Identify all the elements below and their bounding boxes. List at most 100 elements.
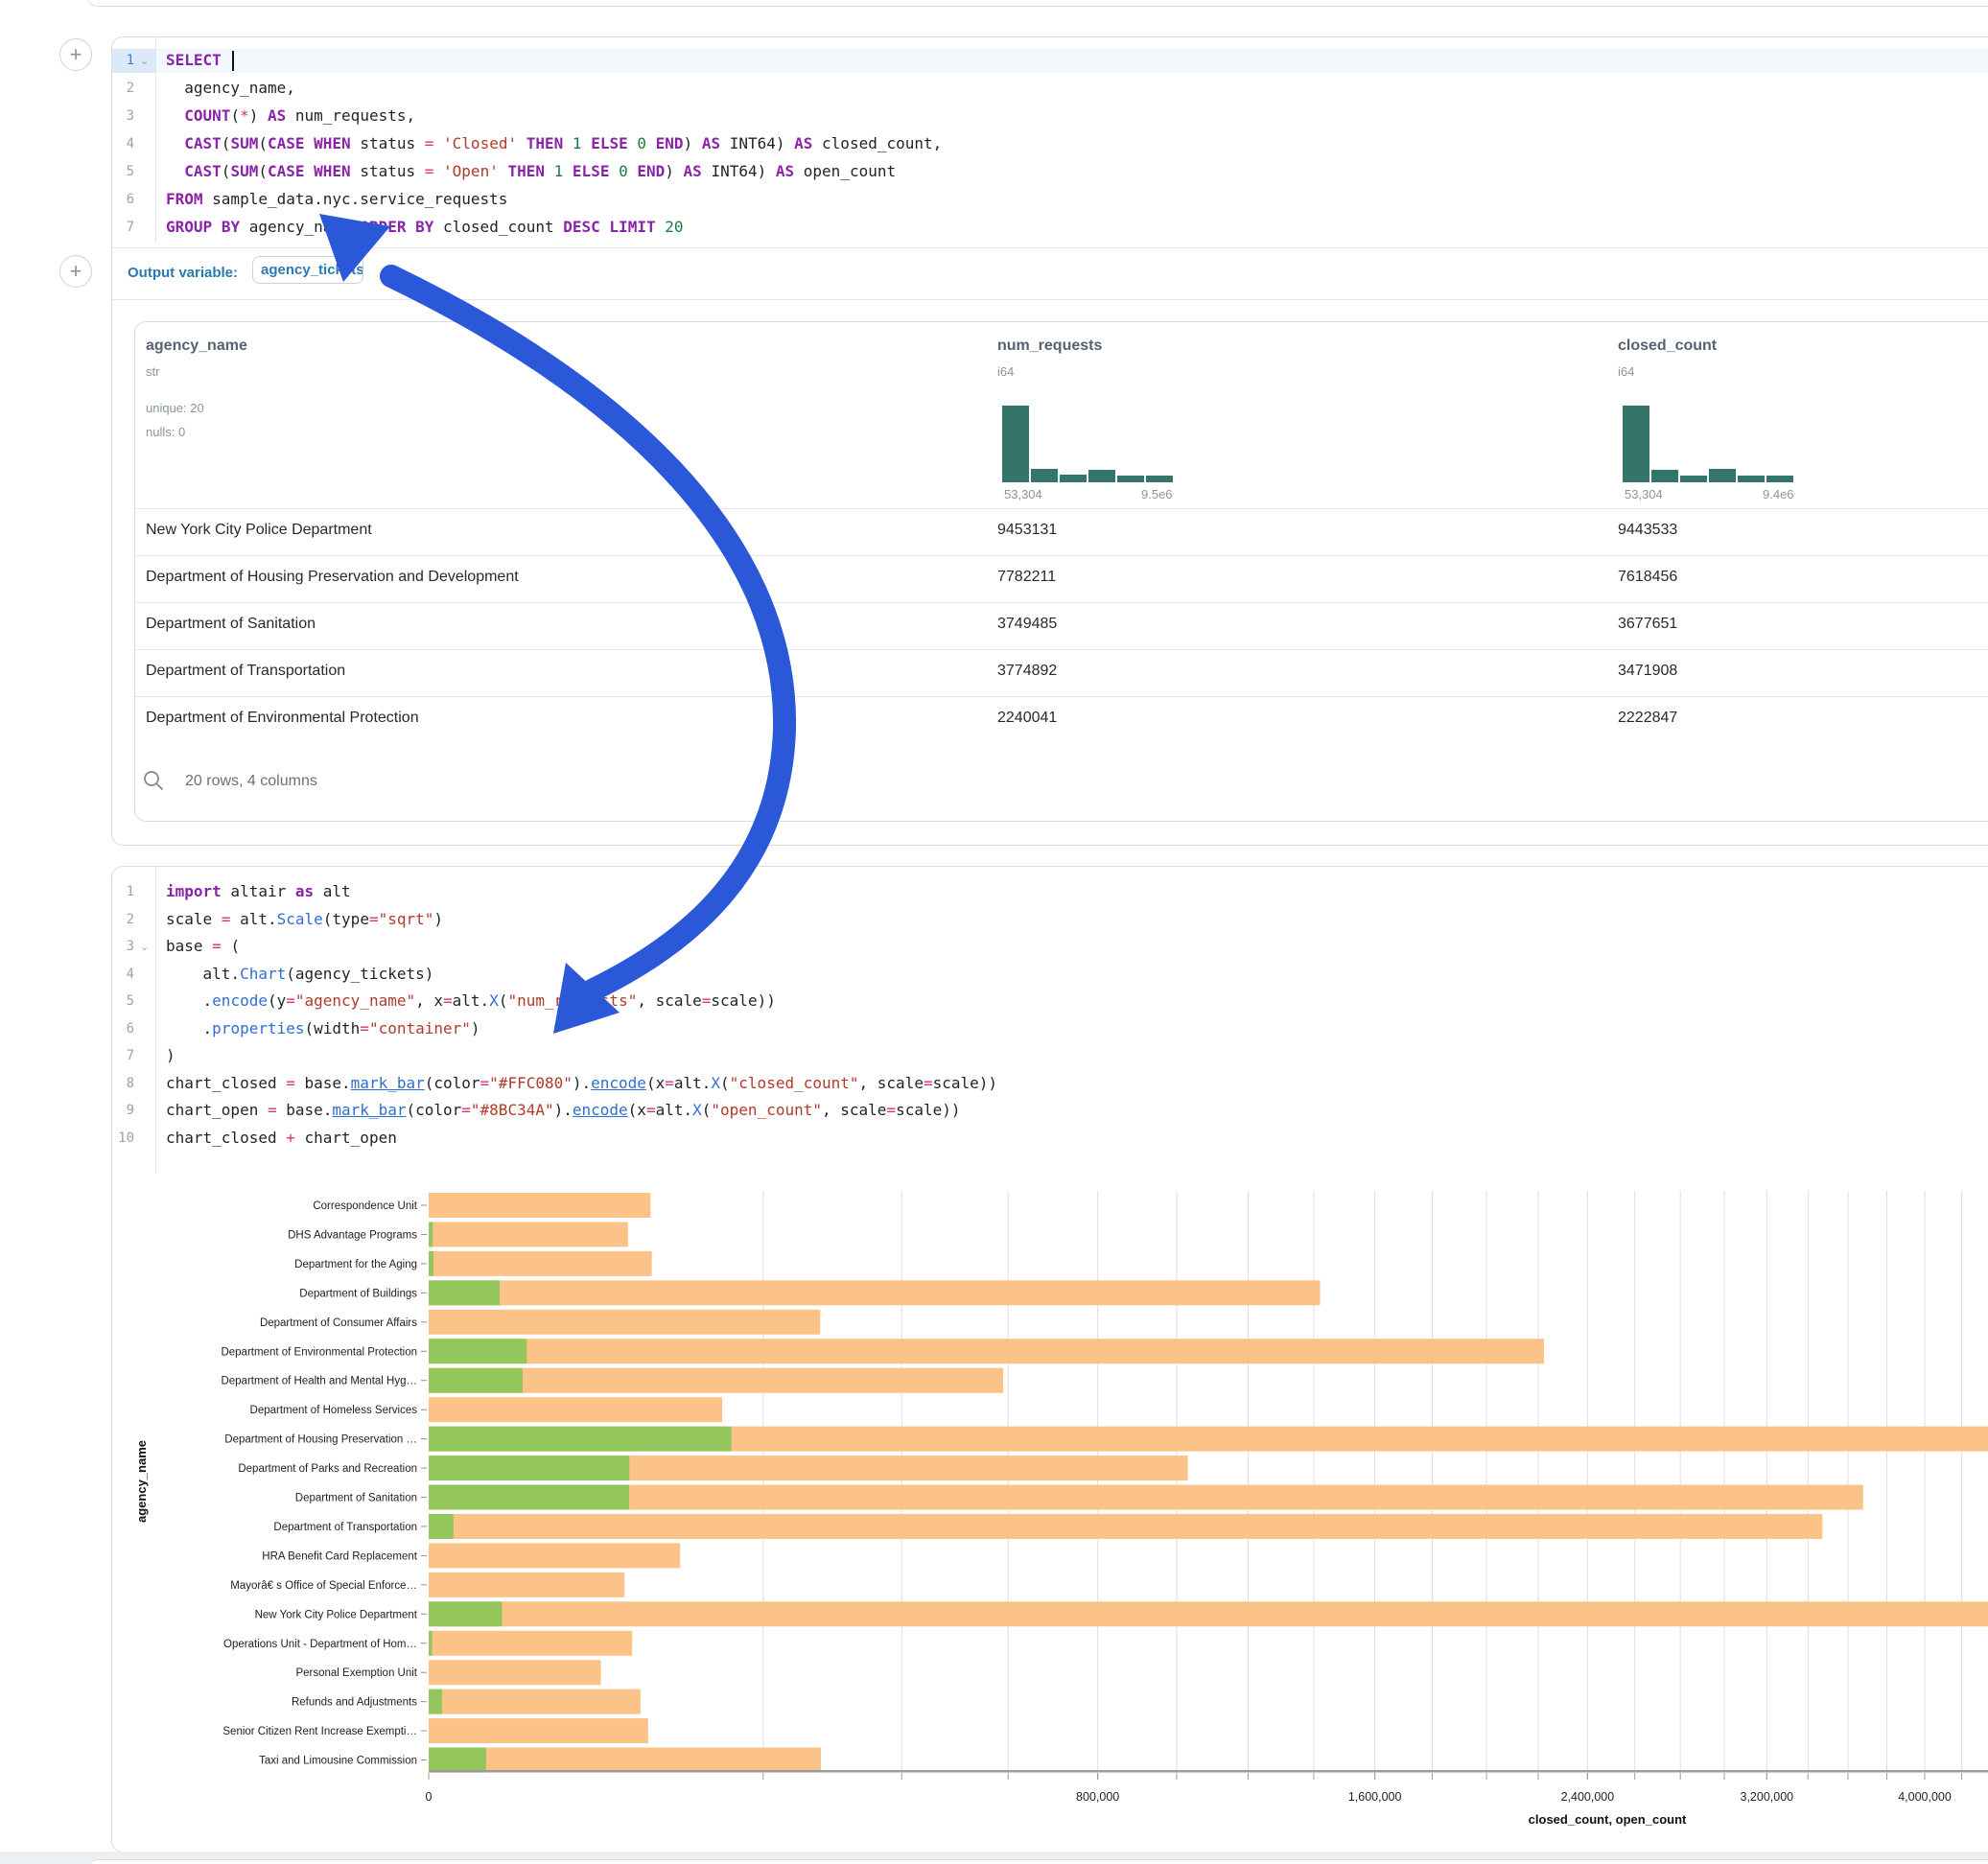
svg-text:Department of Sanitation: Department of Sanitation [295,1493,417,1504]
histogram-bar [1060,475,1087,482]
line-number: 3 [109,105,134,127]
histogram-bar [1680,476,1707,482]
svg-text:Personal Exemption Unit: Personal Exemption Unit [295,1667,417,1679]
svg-text:Mayorâ€ s Office of Special En: Mayorâ€ s Office of Special Enforce… [230,1580,417,1592]
svg-text:Department of Buildings: Department of Buildings [299,1288,417,1299]
svg-text:DHS Advantage Programs: DHS Advantage Programs [288,1229,417,1241]
svg-text:New York City Police Departmen: New York City Police Department [255,1609,418,1620]
svg-text:1,600,000: 1,600,000 [1348,1790,1402,1804]
svg-text:agency_name: agency_name [134,1440,149,1523]
output-row-top-border [112,247,1988,248]
code-line[interactable]: .properties(width="container") [166,1017,480,1040]
code-line[interactable]: GROUP BY agency_name ORDER BY closed_cou… [166,216,684,239]
code-line[interactable]: SELECT [166,49,222,72]
histogram-max-label-num: 9.5e6 [1141,487,1173,501]
notebook-page: + + 1⌄234567 SELECT agency_name, COUNT(*… [0,0,1988,1864]
line-number: 4 [109,964,134,985]
cell-num-requests: 3749485 [997,616,1057,633]
cell-num-requests: 7782211 [997,569,1056,586]
column-header-closed-count[interactable]: closed_count [1618,338,1717,355]
code-line[interactable]: ) [166,1044,175,1067]
svg-text:0: 0 [426,1790,433,1804]
column-header-agency-name[interactable]: agency_name [146,338,247,355]
histogram-bar [1031,469,1058,482]
code-line[interactable]: import altair as alt [166,880,351,903]
histogram-max-label-closed: 9.4e6 [1763,487,1794,501]
histogram-bar [1623,406,1649,482]
svg-text:Department of Health and Menta: Department of Health and Mental Hyg… [221,1376,417,1387]
line-number: 6 [109,1018,134,1039]
sql-active-line-highlight [156,49,1988,73]
cell-num-requests: 3774892 [997,663,1057,680]
code-line[interactable]: agency_name, [166,77,295,100]
code-line[interactable]: .encode(y="agency_name", x=alt.X("num_re… [166,990,776,1013]
svg-text:Department of Consumer Affairs: Department of Consumer Affairs [260,1317,417,1329]
line-number: 2 [109,78,134,99]
svg-text:Refunds and Adjustments: Refunds and Adjustments [292,1697,417,1709]
line-number: 5 [109,990,134,1012]
fold-chevron-icon[interactable]: ⌄ [140,55,149,67]
line-number: 9 [109,1100,134,1121]
cell-closed-count: 3471908 [1618,663,1677,680]
cell-closed-count: 9443533 [1618,522,1677,539]
cell-closed-count: 2222847 [1618,710,1677,727]
histogram-bar [1002,406,1029,482]
add-cell-button-output[interactable]: + [59,255,92,288]
svg-text:2,400,000: 2,400,000 [1561,1790,1615,1804]
svg-text:Senior Citizen Rent Increase E: Senior Citizen Rent Increase Exempti… [222,1726,417,1737]
histogram-bar [1738,476,1765,482]
line-number: 4 [109,133,134,154]
bar-chart: Correspondence Unit DHS Advantage Program… [0,1184,1988,1864]
search-icon[interactable] [142,769,165,792]
cell-agency-name: Department of Housing Preservation and D… [146,569,519,586]
line-number: 2 [109,909,134,930]
histogram-min-label-closed: 53,304 [1625,487,1663,501]
line-number: 1 [109,50,134,71]
cell-agency-name: Department of Sanitation [146,616,316,633]
code-line[interactable]: CAST(SUM(CASE WHEN status = 'Closed' THE… [166,132,942,155]
output-variable-pill[interactable]: agency_tickets [252,256,363,284]
python-gutter-separator [155,867,156,1174]
line-number: 1 [109,881,134,902]
cell-closed-count: 7618456 [1618,569,1677,586]
histogram-bar [1709,469,1736,482]
svg-text:Correspondence Unit: Correspondence Unit [313,1200,417,1212]
svg-text:800,000: 800,000 [1076,1790,1119,1804]
svg-text:HRA Benefit Card Replacement: HRA Benefit Card Replacement [262,1550,418,1562]
code-line[interactable]: alt.Chart(agency_tickets) [166,963,433,986]
svg-text:4,000,000: 4,000,000 [1898,1790,1952,1804]
code-line[interactable]: base = ( [166,935,240,958]
table-row: Department of Transportation377489234719… [135,649,1988,697]
histogram-bar [1651,470,1678,482]
previous-cell-border [86,0,1988,7]
output-row-bottom-border [112,299,1988,300]
table-row: New York City Police Department945313194… [135,508,1988,556]
table-row: Department of Housing Preservation and D… [135,555,1988,603]
code-line[interactable]: COUNT(*) AS num_requests, [166,105,415,128]
table-row: Department of Sanitation37494853677651 [135,602,1988,650]
code-line[interactable]: CAST(SUM(CASE WHEN status = 'Open' THEN … [166,160,896,183]
code-line[interactable]: scale = alt.Scale(type="sqrt") [166,908,443,931]
code-line[interactable]: chart_open = base.mark_bar(color="#8BC34… [166,1099,961,1122]
sql-gutter-separator [155,37,156,243]
next-cell-top-border [86,1859,1988,1864]
svg-text:Department of Homeless Service: Department of Homeless Services [250,1405,418,1416]
code-line[interactable]: FROM sample_data.nyc.service_requests [166,188,507,211]
svg-text:3,200,000: 3,200,000 [1741,1790,1794,1804]
column-header-num-requests[interactable]: num_requests [997,338,1102,355]
histogram-min-label-num: 53,304 [1004,487,1042,501]
column-type-num-requests: i64 [997,364,1014,379]
code-line[interactable]: chart_closed + chart_open [166,1127,397,1150]
add-cell-button-top[interactable]: + [59,38,92,71]
table-row: Department of Environmental Protection22… [135,696,1988,744]
code-line[interactable]: chart_closed = base.mark_bar(color="#FFC… [166,1072,997,1095]
svg-text:Department of Environmental Pr: Department of Environmental Protection [221,1346,417,1358]
svg-text:closed_count, open_count: closed_count, open_count [1529,1812,1687,1827]
column-type-agency-name: str [146,364,159,379]
line-number: 10 [109,1128,134,1149]
histogram-closed-count [1623,398,1793,482]
histogram-bar [1146,476,1173,482]
column-meta-unique: unique: 20 [146,401,204,415]
line-number: 5 [109,161,134,182]
fold-chevron-icon[interactable]: ⌄ [140,941,149,953]
